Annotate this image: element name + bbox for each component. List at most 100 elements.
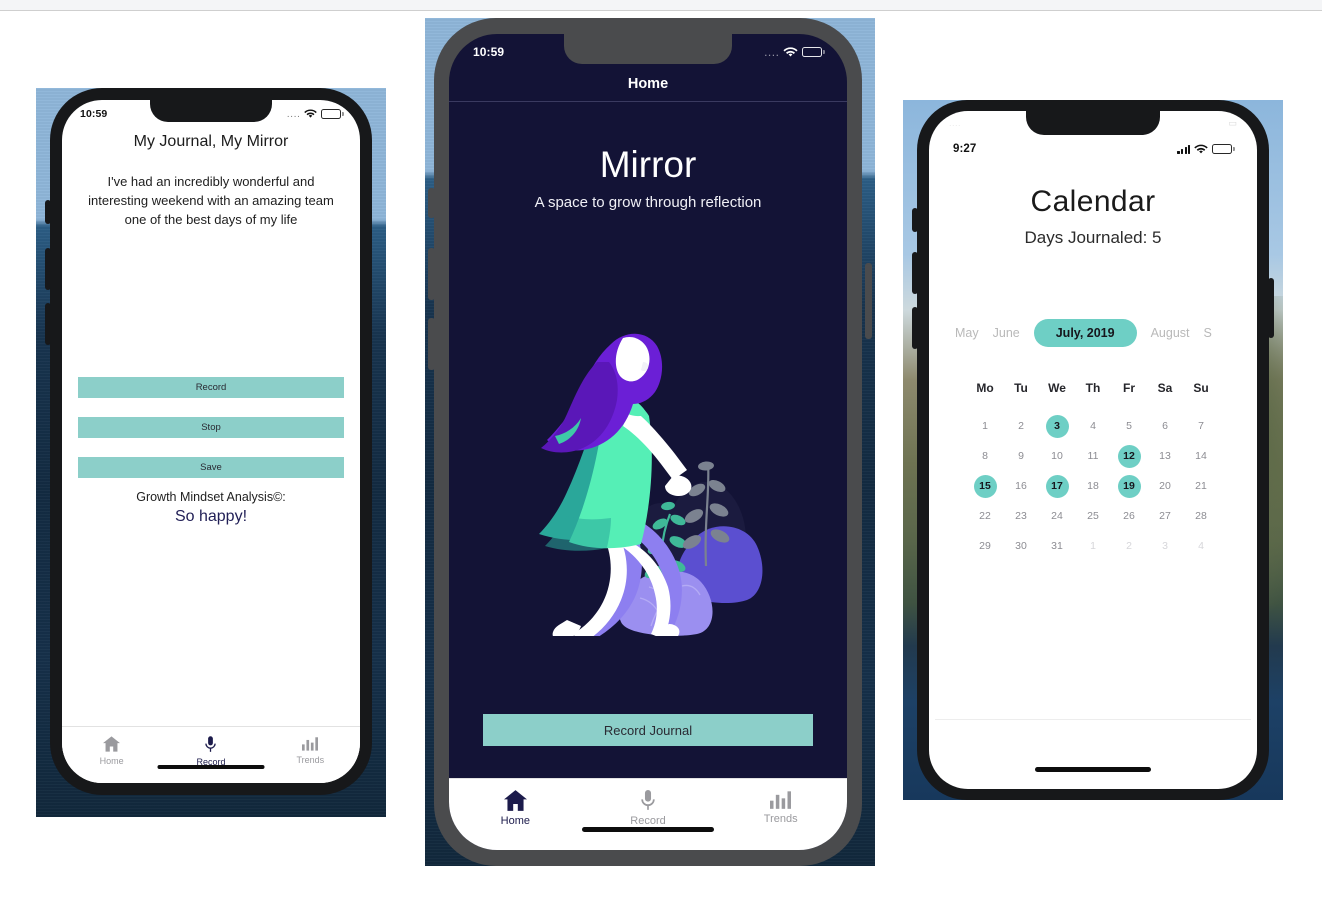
record-journal-button[interactable]: Record Journal [483,714,813,746]
calendar-cell[interactable]: 10 [1039,441,1075,471]
calendar-day[interactable]: 25 [1082,505,1105,528]
month-option-july-selected[interactable]: July, 2019 [1033,319,1137,347]
calendar-day[interactable]: 14 [1190,445,1213,468]
calendar-day-journaled[interactable]: 12 [1117,444,1141,468]
save-button[interactable]: Save [78,457,344,478]
calendar-cell[interactable]: 22 [967,501,1003,531]
calendar-cell[interactable]: 1 [1075,531,1111,561]
calendar-day[interactable]: 30 [1010,535,1033,558]
calendar-cell[interactable]: 14 [1183,441,1219,471]
calendar-day[interactable]: 2 [1010,415,1033,438]
calendar-cell[interactable]: 6 [1147,411,1183,441]
calendar-day[interactable]: 28 [1190,505,1213,528]
calendar-cell[interactable]: 21 [1183,471,1219,501]
calendar-cell[interactable]: 15 [967,471,1003,501]
calendar-day-adjacent-month[interactable]: 4 [1190,535,1213,558]
calendar-day[interactable]: 4 [1082,415,1105,438]
tab-record[interactable]: Record [582,790,715,827]
calendar-cell[interactable]: 4 [1075,411,1111,441]
tab-trends[interactable]: Trends [714,790,847,825]
calendar-cell[interactable]: 5 [1111,411,1147,441]
calendar-cell[interactable]: 29 [967,531,1003,561]
calendar-cell[interactable]: 9 [1003,441,1039,471]
calendar-cell[interactable]: 7 [1183,411,1219,441]
calendar-cell[interactable]: 31 [1039,531,1075,561]
calendar-day[interactable]: 16 [1010,475,1033,498]
calendar-day[interactable]: 10 [1046,445,1069,468]
calendar-day-journaled[interactable]: 3 [1045,414,1069,438]
calendar-day-adjacent-month[interactable]: 2 [1118,535,1141,558]
calendar-day[interactable]: 8 [974,445,997,468]
calendar-cell[interactable]: 4 [1183,531,1219,561]
calendar-day[interactable]: 6 [1154,415,1177,438]
calendar-cell[interactable]: 13 [1147,441,1183,471]
calendar-cell[interactable]: 23 [1003,501,1039,531]
calendar-day[interactable]: 23 [1010,505,1033,528]
calendar-day[interactable]: 27 [1154,505,1177,528]
calendar-cell[interactable]: 18 [1075,471,1111,501]
calendar-cell[interactable]: 19 [1111,471,1147,501]
phone1-volume-down-button[interactable] [45,303,51,345]
calendar-day-journaled[interactable]: 15 [973,474,997,498]
calendar-cell[interactable]: 24 [1039,501,1075,531]
month-selector[interactable]: May June July, 2019 August S [929,319,1257,347]
tab-home[interactable]: Home [449,790,582,827]
calendar-day[interactable]: 29 [974,535,997,558]
calendar-cell[interactable]: 28 [1183,501,1219,531]
phone3-power-button[interactable] [1268,278,1274,338]
record-button[interactable]: Record [78,377,344,398]
calendar-cell[interactable]: 3 [1039,411,1075,441]
calendar-day[interactable]: 11 [1082,445,1105,468]
calendar-day[interactable]: 18 [1082,475,1105,498]
stop-button[interactable]: Stop [78,417,344,438]
month-option-june[interactable]: June [993,326,1020,340]
calendar-cell[interactable]: 20 [1147,471,1183,501]
tab-home[interactable]: Home [62,736,161,766]
calendar-day-journaled[interactable]: 17 [1045,474,1069,498]
calendar-day[interactable]: 9 [1010,445,1033,468]
calendar-day[interactable]: 31 [1046,535,1069,558]
month-option-may[interactable]: May [955,326,979,340]
tab-trends[interactable]: Trends [261,736,360,765]
tab-record[interactable]: Record [161,736,260,767]
calendar-day[interactable]: 13 [1154,445,1177,468]
month-option-august[interactable]: August [1151,326,1190,340]
calendar-cell[interactable]: 8 [967,441,1003,471]
calendar-cell[interactable]: 16 [1003,471,1039,501]
phone3-volume-up-button[interactable] [912,252,918,294]
phone3-mute-switch[interactable] [912,208,918,232]
calendar-day[interactable]: 1 [974,415,997,438]
phone1-home-indicator[interactable] [157,765,265,769]
calendar-cell[interactable]: 26 [1111,501,1147,531]
calendar-cell[interactable]: 12 [1111,441,1147,471]
calendar-cell[interactable]: 3 [1147,531,1183,561]
calendar-day[interactable]: 20 [1154,475,1177,498]
phone1-volume-up-button[interactable] [45,248,51,290]
phone2-volume-down-button[interactable] [428,318,435,370]
calendar-cell[interactable]: 17 [1039,471,1075,501]
calendar-cell[interactable]: 1 [967,411,1003,441]
phone2-volume-up-button[interactable] [428,248,435,300]
calendar-day[interactable]: 22 [974,505,997,528]
calendar-cell[interactable]: 25 [1075,501,1111,531]
calendar-day-adjacent-month[interactable]: 1 [1082,535,1105,558]
calendar-day-adjacent-month[interactable]: 3 [1154,535,1177,558]
calendar-cell[interactable]: 30 [1003,531,1039,561]
calendar-cell[interactable]: 2 [1111,531,1147,561]
calendar-day-journaled[interactable]: 19 [1117,474,1141,498]
phone2-mute-switch[interactable] [428,188,435,218]
calendar-day[interactable]: 26 [1118,505,1141,528]
phone2-home-indicator[interactable] [582,827,714,832]
phone1-mute-switch[interactable] [45,200,51,224]
phone3-volume-down-button[interactable] [912,307,918,349]
month-option-september[interactable]: S [1204,326,1212,340]
calendar-cell[interactable]: 27 [1147,501,1183,531]
calendar-cell[interactable]: 11 [1075,441,1111,471]
calendar-cell[interactable]: 2 [1003,411,1039,441]
phone2-power-button[interactable] [865,263,872,339]
calendar-day[interactable]: 24 [1046,505,1069,528]
calendar-day[interactable]: 5 [1118,415,1141,438]
calendar-day[interactable]: 7 [1190,415,1213,438]
phone3-home-indicator[interactable] [1035,767,1151,772]
calendar-day[interactable]: 21 [1190,475,1213,498]
